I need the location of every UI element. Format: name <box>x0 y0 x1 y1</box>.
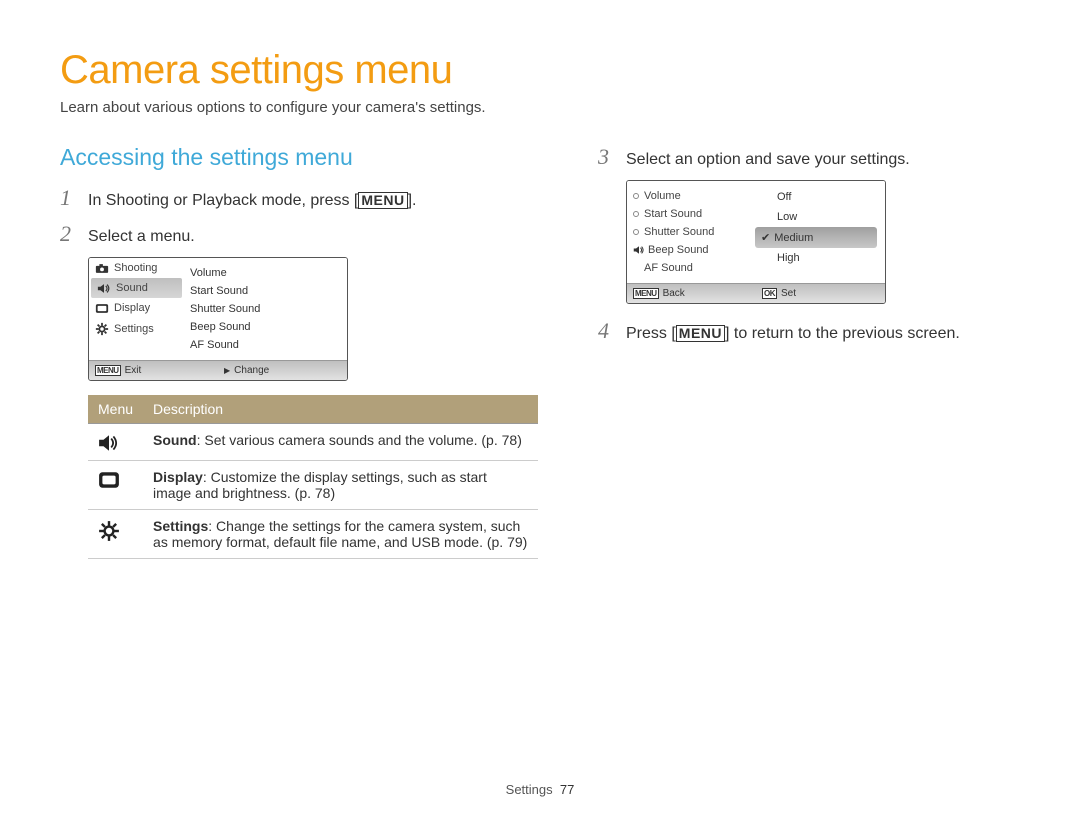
table-desc: Display: Customize the display settings,… <box>143 461 538 510</box>
check-icon: ✔ <box>761 231 770 244</box>
submenu-item: Start Sound <box>190 282 347 300</box>
bullet-icon <box>633 211 639 217</box>
menu-button-label: MENU <box>358 192 407 209</box>
submenu-item: Beep Sound <box>190 318 347 336</box>
table-head-menu: Menu <box>88 395 143 424</box>
bullet-icon <box>633 229 639 235</box>
step-4: 4 Press [MENU] to return to the previous… <box>598 318 1020 344</box>
step-text: Select an option and save your settings. <box>626 151 910 169</box>
step-text: Press [MENU] to return to the previous s… <box>626 325 960 343</box>
table-row: Display: Customize the display settings,… <box>88 461 538 510</box>
option-off: Off <box>755 187 881 207</box>
step-2: 2 Select a menu. <box>60 221 538 247</box>
sound-icon <box>97 283 111 294</box>
table-row: Sound: Set various camera sounds and the… <box>88 424 538 461</box>
display-icon <box>95 303 109 314</box>
menu-button-label: MENU <box>676 325 725 342</box>
menu-item-settings: Settings <box>89 318 184 340</box>
footer-menu-btn: MENU <box>95 365 121 376</box>
submenu-item: Beep Sound <box>633 241 755 259</box>
triangle-right-icon: ▶ <box>224 366 230 375</box>
page-subtitle: Learn about various options to configure… <box>60 99 1020 116</box>
step-number: 3 <box>598 144 616 170</box>
submenu-item: Volume <box>633 187 755 205</box>
step-number: 2 <box>60 221 78 247</box>
submenu-item: Volume <box>190 264 347 282</box>
step-3: 3 Select an option and save your setting… <box>598 144 1020 170</box>
section-title: Accessing the settings menu <box>60 144 538 171</box>
table-desc: Settings: Change the settings for the ca… <box>143 510 538 559</box>
submenu-item: AF Sound <box>190 336 347 354</box>
menu-item-shooting: Shooting <box>89 258 184 278</box>
table-row: Settings: Change the settings for the ca… <box>88 510 538 559</box>
table-head-desc: Description <box>143 395 538 424</box>
right-column: 3 Select an option and save your setting… <box>598 144 1020 559</box>
step-1: 1 In Shooting or Playback mode, press [M… <box>60 185 538 211</box>
submenu-item: AF Sound <box>633 259 755 277</box>
camera-screen-menu: Shooting Sound Display <box>88 257 348 381</box>
step-text: Select a menu. <box>88 228 195 246</box>
gear-icon <box>95 322 109 336</box>
table-desc: Sound: Set various camera sounds and the… <box>143 424 538 461</box>
option-high: High <box>755 248 881 268</box>
camera-icon <box>95 263 109 274</box>
step-text: In Shooting or Playback mode, press [MEN… <box>88 192 417 210</box>
sound-icon <box>633 245 643 255</box>
submenu-item: Start Sound <box>633 205 755 223</box>
footer-menu-btn: MENU <box>633 288 659 299</box>
option-medium: ✔Medium <box>755 227 877 248</box>
footer-ok-btn: OK <box>762 288 777 299</box>
option-low: Low <box>755 207 881 227</box>
step-number: 4 <box>598 318 616 344</box>
screen-footer: MENUBack OKSet <box>627 283 885 303</box>
left-column: Accessing the settings menu 1 In Shootin… <box>60 144 538 559</box>
menu-item-display: Display <box>89 298 184 318</box>
gear-icon <box>88 510 143 559</box>
page-footer: Settings 77 <box>0 782 1080 797</box>
page-title: Camera settings menu <box>60 48 1020 93</box>
menu-item-sound: Sound <box>91 278 182 298</box>
menu-description-table: Menu Description Sound: Set various came… <box>88 395 538 559</box>
step-number: 1 <box>60 185 78 211</box>
display-icon <box>88 461 143 510</box>
submenu-item: Shutter Sound <box>633 223 755 241</box>
bullet-icon <box>633 193 639 199</box>
screen-footer: MENUExit ▶Change <box>89 360 347 380</box>
sound-icon <box>88 424 143 461</box>
submenu-item: Shutter Sound <box>190 300 347 318</box>
camera-screen-option: Volume Start Sound Shutter Sound Beep So… <box>626 180 886 304</box>
